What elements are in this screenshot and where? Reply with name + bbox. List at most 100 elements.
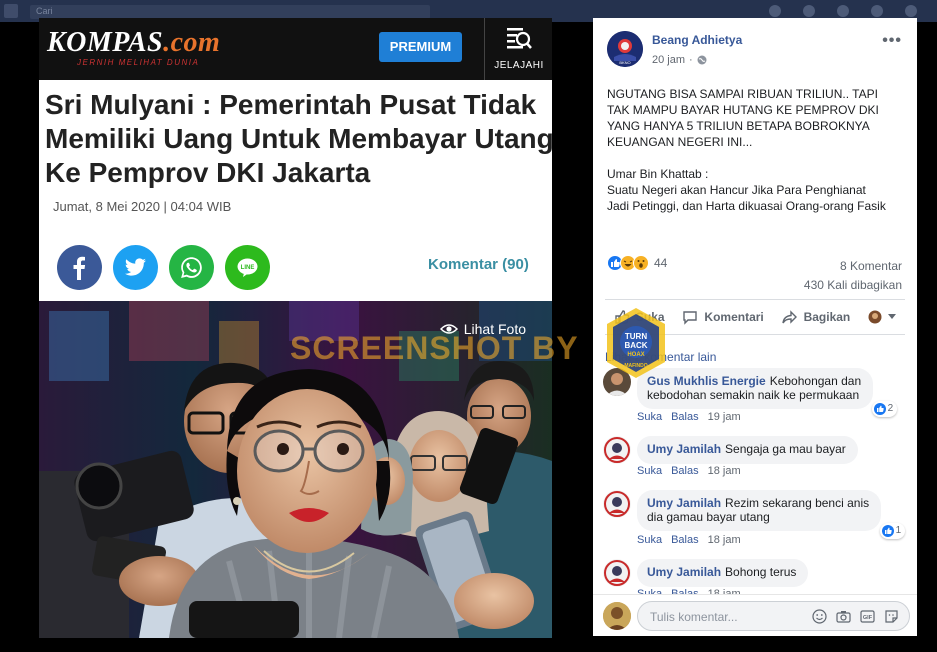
comment-reply-link[interactable]: Balas xyxy=(671,465,699,477)
post-author-name[interactable]: Beang Adhietya xyxy=(652,33,742,47)
comment-reply-link[interactable]: Balas xyxy=(671,534,699,546)
comment-reaction-count: 1 xyxy=(895,525,902,536)
dot-separator: · xyxy=(689,54,693,66)
headline-line: Sri Mulyani : Pemerintah Pusat Tidak xyxy=(45,89,537,120)
comment-composer: Tulis komentar... GIF xyxy=(593,594,917,636)
emoji-icon[interactable] xyxy=(812,609,827,624)
notifications-nav-icon[interactable] xyxy=(871,5,883,17)
friends-nav-icon[interactable] xyxy=(837,5,849,17)
search-input[interactable]: Cari xyxy=(30,5,430,19)
comment-label: Komentari xyxy=(704,310,764,324)
comment-text: Bohong terus xyxy=(725,565,797,579)
post-line: Jadi Petinggi, dan Harta dikuasai Orang-… xyxy=(607,199,886,213)
commenter-name[interactable]: Umy Jamilah xyxy=(647,442,721,456)
svg-text:TURN: TURN xyxy=(625,332,647,341)
post-line: KEUANGAN NEGERI INI... xyxy=(607,135,753,149)
comment-time[interactable]: 18 jam xyxy=(708,534,741,546)
commenter-name[interactable]: Umy Jamilah xyxy=(647,565,721,579)
headline-line: Memiliki Uang Untuk Membayar Utang xyxy=(45,123,552,154)
commenter-avatar[interactable] xyxy=(603,490,631,518)
like-reaction-icon xyxy=(881,525,894,537)
share-twitter-button[interactable] xyxy=(113,245,158,290)
reaction-summary[interactable]: 44 xyxy=(607,255,667,271)
avatar-icon: BKNO xyxy=(607,31,643,67)
sticker-icon[interactable] xyxy=(884,609,899,624)
comment-button[interactable]: Komentari xyxy=(682,309,764,325)
shares-count[interactable]: 430 Kali dibagikan xyxy=(804,276,902,295)
headline-line: Ke Pemprov DKI Jakarta xyxy=(45,157,371,188)
line-icon: LINE xyxy=(237,258,258,277)
comment-meta: Suka Balas 18 jam xyxy=(637,465,741,477)
facebook-logo-icon[interactable] xyxy=(4,4,18,18)
search-text: Cari xyxy=(36,6,53,16)
jelajahi-button[interactable]: JELAJAHI xyxy=(484,18,552,80)
share-label: Bagikan xyxy=(803,310,851,324)
post-stats: 8 Komentar 430 Kali dibagikan xyxy=(804,257,902,295)
profile-thumb-icon xyxy=(868,310,882,324)
screenshot-watermark: SCREENSHOT BY xyxy=(290,330,579,366)
logo-suffix: .com xyxy=(163,27,221,58)
article-screenshot: KOMPAS.com JERNIH MELIHAT DUNIA PREMIUM … xyxy=(39,18,552,638)
whatsapp-icon xyxy=(181,257,202,278)
wow-reaction-icon xyxy=(633,255,649,271)
comments-count[interactable]: 8 Komentar xyxy=(804,257,902,276)
kompas-logo[interactable]: KOMPAS.com xyxy=(47,27,220,59)
commenter-name[interactable]: Umy Jamilah xyxy=(647,496,721,510)
share-buttons: LINE xyxy=(57,245,270,290)
profile-nav-icon[interactable] xyxy=(769,5,781,17)
comment-item: Umy Jamilah Bohong terus xyxy=(603,559,809,587)
komentar-link[interactable]: Komentar (90) xyxy=(428,256,529,273)
camera-icon[interactable] xyxy=(836,609,851,624)
post-options-icon[interactable]: ••• xyxy=(882,32,902,50)
share-facebook-button[interactable] xyxy=(57,245,102,290)
comment-text: Kebohongan dan xyxy=(769,374,862,388)
commenter-avatar[interactable] xyxy=(603,559,631,587)
comment-placeholder: Tulis komentar... xyxy=(650,610,738,624)
post-line: YANG HANYA 5 TRILIUN BETAPA BOBROKNYA xyxy=(607,119,870,133)
svg-text:MAFINDO: MAFINDO xyxy=(624,363,647,369)
audience-selector[interactable] xyxy=(868,310,897,324)
comment-icon xyxy=(683,311,698,325)
author-avatar[interactable]: BKNO xyxy=(607,31,643,67)
premium-button[interactable]: PREMIUM xyxy=(379,32,462,62)
share-button[interactable]: Bagikan xyxy=(781,309,851,325)
post-body: NGUTANG BISA SAMPAI RIBUAN TRILIUN.. TAP… xyxy=(607,86,907,214)
svg-text:HOAX: HOAX xyxy=(627,352,644,358)
logo-text: KOMPAS xyxy=(47,27,164,58)
comment-time[interactable]: 19 jam xyxy=(708,411,741,423)
comment-meta: Suka Balas 19 jam xyxy=(637,411,741,423)
caret-down-icon xyxy=(888,314,897,319)
share-line-button[interactable]: LINE xyxy=(225,245,270,290)
jelajahi-label: JELAJAHI xyxy=(494,60,544,71)
gif-icon[interactable]: GIF xyxy=(860,609,875,624)
share-whatsapp-button[interactable] xyxy=(169,245,214,290)
post-time[interactable]: 20 jam · xyxy=(652,54,707,66)
comment-like-link[interactable]: Suka xyxy=(637,534,662,546)
comment-reply-link[interactable]: Balas xyxy=(671,411,699,423)
comment-like-link[interactable]: Suka xyxy=(637,411,662,423)
comment-bubble: Umy Jamilah Sengaja ga mau bayar xyxy=(637,436,858,464)
commenter-avatar[interactable] xyxy=(603,436,631,464)
home-nav-icon[interactable] xyxy=(803,5,815,17)
comment-text: kebodohan semakin naik ke permukaan xyxy=(647,388,860,402)
post-line: Suatu Negeri akan Hancur Jika Para Pengh… xyxy=(607,183,866,197)
comment-input[interactable]: Tulis komentar... GIF xyxy=(637,601,910,631)
reaction-count: 44 xyxy=(654,256,668,270)
comment-reaction-badge[interactable]: 2 xyxy=(871,401,898,417)
comment-bubble: Umy Jamilah Bohong terus xyxy=(637,559,809,587)
comment-item: Umy Jamilah Rezim sekarang benci anis dia… xyxy=(603,490,906,539)
current-user-avatar[interactable] xyxy=(603,602,631,630)
comment-like-link[interactable]: Suka xyxy=(637,465,662,477)
facebook-icon xyxy=(73,256,86,280)
comment-text: Sengaja ga mau bayar xyxy=(725,442,846,456)
comment-bubble: Umy Jamilah Rezim sekarang benci anis dia… xyxy=(637,490,906,539)
svg-text:GIF: GIF xyxy=(863,615,873,621)
screenshot-root: { "topbar": { "search_text": "Cari" }, "… xyxy=(0,0,937,652)
comment-text: Rezim sekarang benci anis xyxy=(725,496,870,510)
comment-reaction-badge[interactable]: 1 xyxy=(879,523,906,539)
comment-reaction-count: 2 xyxy=(887,403,894,414)
turnbackhoax-badge: TURN BACK HOAX MAFINDO xyxy=(604,306,668,380)
post-line: TAK MAMPU BAYAR HUTANG KE PEMPROV DKI xyxy=(607,103,879,117)
comment-time[interactable]: 18 jam xyxy=(708,465,741,477)
menu-nav-icon[interactable] xyxy=(905,5,917,17)
